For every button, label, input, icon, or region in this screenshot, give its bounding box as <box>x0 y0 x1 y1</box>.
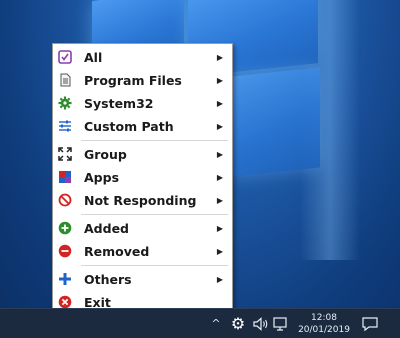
menu-item-label: Not Responding <box>84 193 197 208</box>
document-icon <box>58 73 72 87</box>
menu-item-custom-path[interactable]: Custom Path ▶ <box>53 115 232 138</box>
submenu-arrow-icon: ▶ <box>216 122 223 131</box>
taskbar: ^ ⚙ 12:08 20/01/2019 <box>0 308 400 338</box>
menu-item-group[interactable]: Group ▶ <box>53 143 232 166</box>
submenu-arrow-icon: ▶ <box>216 53 223 62</box>
no-entry-icon <box>58 193 72 207</box>
menu-item-system32[interactable]: System32 ▶ <box>53 92 232 115</box>
show-hidden-icons-chevron-icon[interactable]: ^ <box>209 317 223 331</box>
action-center-icon[interactable] <box>360 315 380 333</box>
submenu-arrow-icon: ▶ <box>216 76 223 85</box>
checkbox-icon <box>58 50 72 64</box>
expand-icon <box>58 147 72 161</box>
clock-date: 20/01/2019 <box>298 325 350 335</box>
menu-item-label: Group <box>84 147 127 162</box>
volume-icon[interactable] <box>252 316 270 332</box>
submenu-arrow-icon: ▶ <box>216 196 223 205</box>
clock-time: 12:08 <box>311 313 337 323</box>
submenu-arrow-icon: ▶ <box>216 99 223 108</box>
menu-separator <box>81 265 228 266</box>
wallpaper-panel <box>232 67 320 177</box>
menu-item-label: Added <box>84 221 129 236</box>
menu-item-apps[interactable]: Apps ▶ <box>53 166 232 189</box>
menu-item-label: Program Files <box>84 73 182 88</box>
context-menu: All ▶ Program Files ▶ System32 ▶ Custom … <box>52 43 233 316</box>
submenu-arrow-icon: ▶ <box>216 150 223 159</box>
menu-item-all[interactable]: All ▶ <box>53 46 232 69</box>
menu-separator <box>81 140 228 141</box>
submenu-arrow-icon: ▶ <box>216 224 223 233</box>
gear-icon[interactable]: ⚙ <box>228 314 248 334</box>
menu-item-others[interactable]: Others ▶ <box>53 268 232 291</box>
network-icon[interactable] <box>272 316 290 332</box>
minus-circle-icon <box>58 244 72 258</box>
menu-item-label: Others <box>84 272 132 287</box>
submenu-arrow-icon: ▶ <box>216 275 223 284</box>
gear-icon <box>58 96 72 110</box>
menu-item-label: System32 <box>84 96 154 111</box>
menu-item-label: Custom Path <box>84 119 174 134</box>
menu-item-program-files[interactable]: Program Files ▶ <box>53 69 232 92</box>
apps-icon <box>58 170 72 184</box>
plus-circle-icon <box>58 221 72 235</box>
menu-separator <box>81 214 228 215</box>
menu-item-label: Apps <box>84 170 120 185</box>
menu-item-removed[interactable]: Removed ▶ <box>53 240 232 263</box>
menu-item-label: All <box>84 50 103 65</box>
system-clock[interactable]: 12:08 20/01/2019 <box>292 311 356 337</box>
submenu-arrow-icon: ▶ <box>216 247 223 256</box>
close-circle-icon <box>58 295 72 309</box>
menu-item-added[interactable]: Added ▶ <box>53 217 232 240</box>
menu-item-label: Removed <box>84 244 150 259</box>
menu-item-not-responding[interactable]: Not Responding ▶ <box>53 189 232 212</box>
sliders-icon <box>58 119 72 133</box>
plus-icon <box>58 272 72 286</box>
submenu-arrow-icon: ▶ <box>216 173 223 182</box>
